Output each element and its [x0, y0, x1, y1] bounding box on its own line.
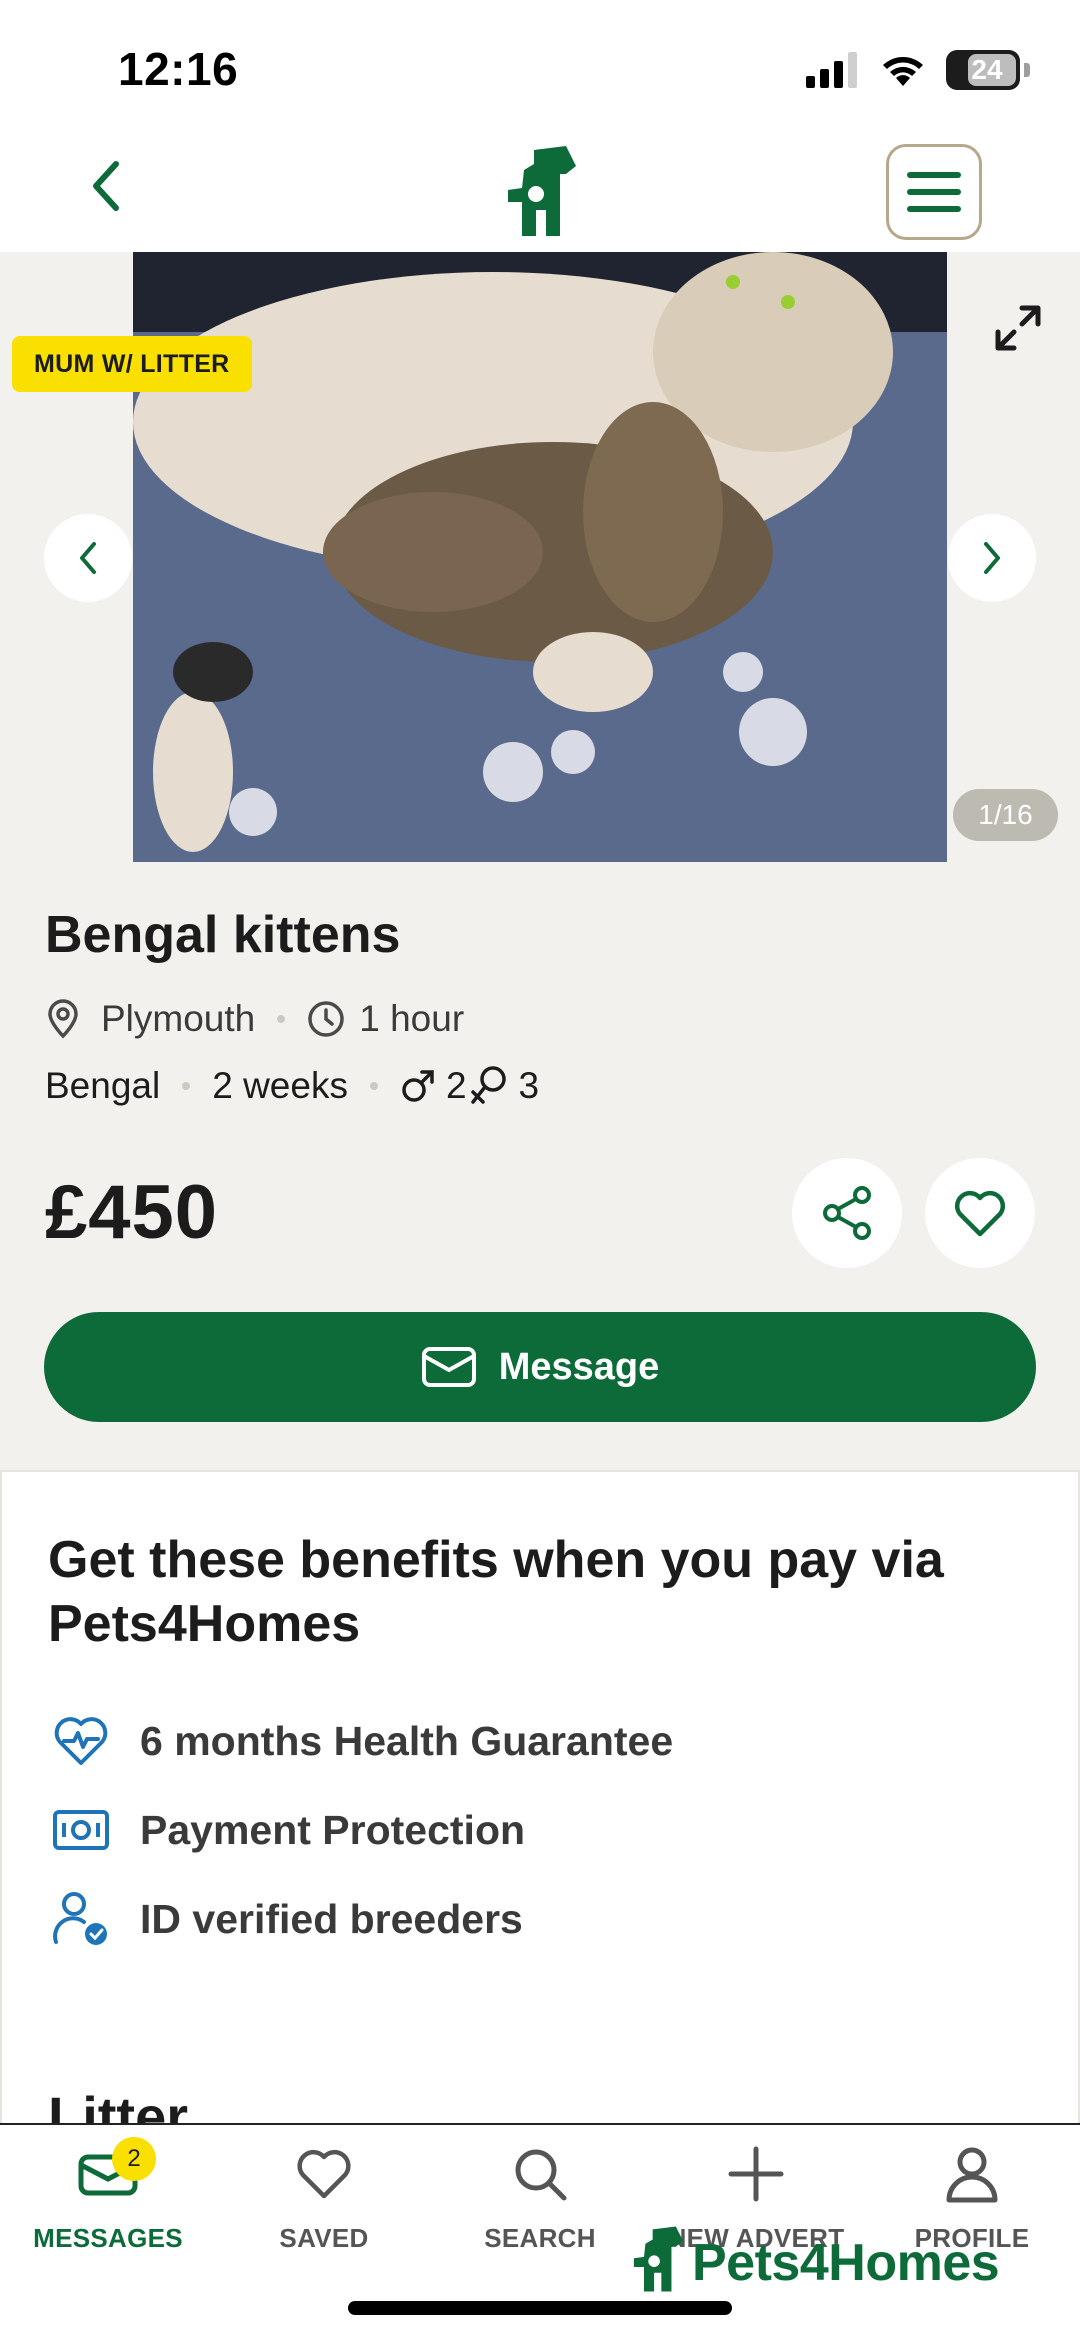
status-icons: 24 [806, 48, 1030, 92]
tab-search[interactable]: SEARCH [432, 2141, 648, 2254]
photo-counter: 1/16 [953, 789, 1058, 841]
benefits-title: Get these benefits when you pay via Pets… [48, 1531, 944, 1653]
tab-label: MESSAGES [33, 2223, 183, 2253]
envelope-icon [421, 1347, 476, 1387]
wifi-icon [883, 57, 923, 86]
tab-label: SAVED [279, 2223, 369, 2253]
heart-pulse-icon [52, 1712, 110, 1770]
menu-button[interactable] [886, 144, 982, 240]
message-button[interactable]: Message [44, 1312, 1036, 1422]
listing-title: Bengal kittens [45, 906, 401, 964]
chevron-right-icon [984, 542, 1000, 574]
listing-location: Plymouth [101, 998, 256, 1039]
breed-label: Bengal [45, 1065, 161, 1106]
listing-price: £450 [45, 1170, 219, 1255]
tab-label: SEARCH [484, 2223, 596, 2253]
male-icon [402, 1070, 434, 1102]
share-button[interactable] [792, 1158, 902, 1268]
listing-photo[interactable] [133, 252, 947, 862]
heart-icon [284, 2141, 364, 2207]
verified-user-icon [52, 1890, 110, 1948]
brand-name: Pets4Homes [692, 2234, 1000, 2292]
back-button[interactable] [74, 154, 138, 218]
pets4homes-logo-icon[interactable] [500, 144, 580, 238]
benefit-item: ID verified breeders [52, 1890, 523, 1948]
tab-messages[interactable]: 2 MESSAGES [0, 2137, 216, 2254]
male-count: 2 [445, 1065, 467, 1106]
battery-level: 24 [971, 54, 1003, 85]
chevron-left-icon [80, 542, 96, 574]
tab-saved[interactable]: SAVED [216, 2141, 432, 2254]
envelope-icon: 2 [68, 2137, 156, 2207]
signal-icon [806, 52, 857, 88]
litter-badge: MUM W/ LITTER [12, 336, 252, 392]
plus-icon [716, 2141, 796, 2207]
heart-icon [954, 1190, 1006, 1237]
pets4homes-logo-icon [633, 2226, 684, 2292]
location-time-row: Plymouth 1 hour [45, 998, 464, 1040]
photo-gallery: MUM W/ LITTER 1/16 [0, 252, 1080, 862]
listing-details: Bengal kittens Plymouth 1 hour Bengal 2 … [0, 862, 1080, 1470]
top-nav [0, 130, 1080, 252]
share-icon [823, 1186, 871, 1240]
status-time: 12:16 [118, 43, 239, 95]
hamburger-icon [907, 172, 961, 212]
benefit-item: 6 months Health Guarantee [52, 1712, 673, 1770]
home-indicator [348, 2301, 732, 2315]
expand-button[interactable] [986, 296, 1050, 360]
benefits-card: Get these benefits when you pay via Pets… [0, 1470, 1080, 2148]
unread-count-badge: 2 [112, 2137, 156, 2181]
banknote-icon [52, 1801, 110, 1859]
previous-photo-button[interactable] [44, 514, 132, 602]
brand-logo: Pets4Homes [628, 2225, 1000, 2293]
clock-icon [308, 1001, 344, 1037]
message-button-label: Message [498, 1345, 660, 1388]
status-bar: 12:16 24 [0, 0, 1080, 130]
age-label: 2 weeks [212, 1065, 348, 1106]
chevron-left-icon [93, 161, 119, 211]
location-pin-icon [48, 999, 78, 1039]
next-photo-button[interactable] [948, 514, 1036, 602]
benefit-label: ID verified breeders [140, 1895, 523, 1942]
person-icon [932, 2141, 1012, 2207]
expand-icon [995, 305, 1041, 351]
pet-info-row: Bengal 2 weeks 2 3 [45, 1064, 539, 1108]
benefit-item: Payment Protection [52, 1801, 525, 1859]
female-icon [470, 1066, 506, 1104]
posted-time: 1 hour [359, 998, 465, 1039]
save-favourite-button[interactable] [925, 1158, 1035, 1268]
battery-icon: 24 [946, 50, 1020, 90]
benefit-label: Payment Protection [140, 1806, 526, 1853]
female-count: 3 [518, 1065, 540, 1106]
benefit-label: 6 months Health Guarantee [140, 1717, 674, 1764]
search-icon [500, 2141, 580, 2207]
